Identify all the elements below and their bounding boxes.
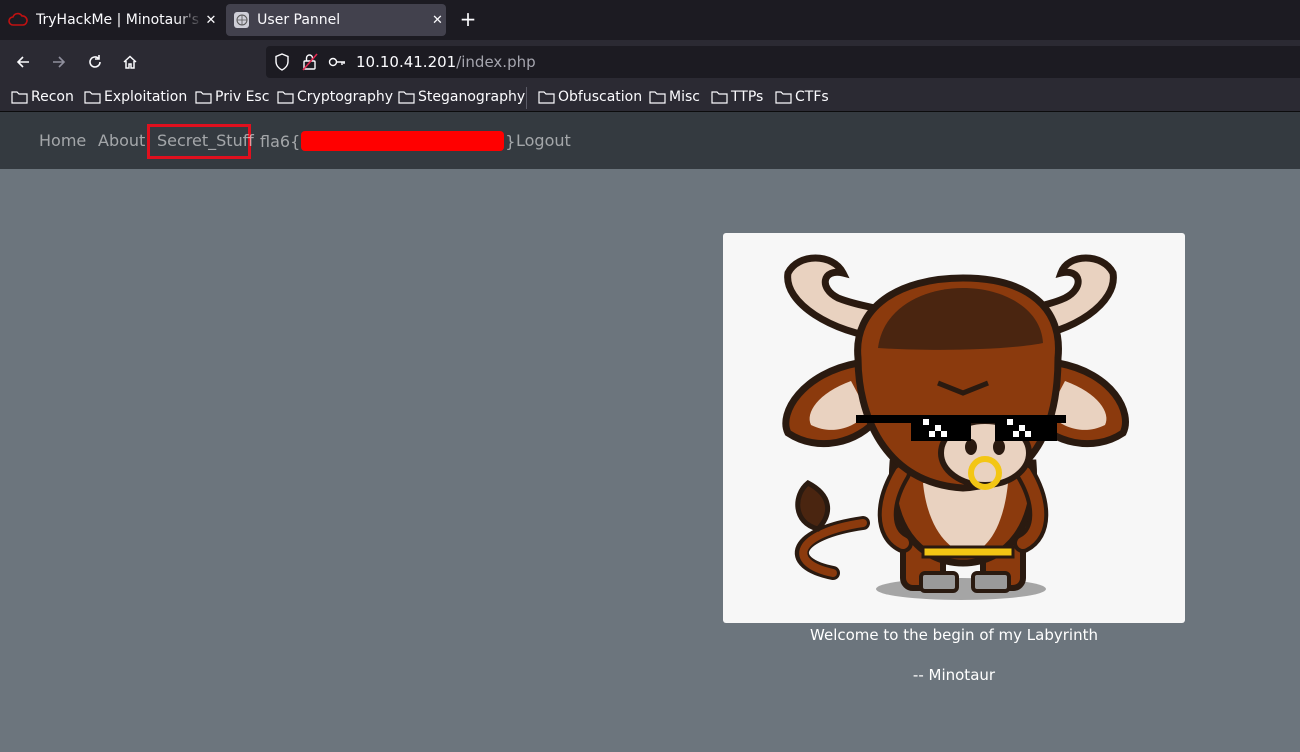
nav-about-link[interactable]: About [98,131,145,150]
minotaur-illustration [782,254,1129,600]
bookmark-label: Recon [31,89,74,105]
signature-text: -- Minotaur [912,666,996,684]
bookmark-priv-esc[interactable]: Priv Esc [195,87,269,107]
flag-text: fla6{} [260,131,515,151]
browser-nav-bar: 10.10.41.201/index.php [0,40,1300,83]
url-bar[interactable]: 10.10.41.201/index.php [266,46,1300,78]
bookmark-cryptography[interactable]: Cryptography [277,87,393,107]
bookmark-label: Misc [669,89,700,105]
folder-icon [398,91,415,104]
folder-icon [711,91,728,104]
url-text[interactable]: 10.10.41.201/index.php [356,53,536,71]
home-icon[interactable] [117,49,143,75]
flag-redaction [301,131,505,151]
bookmark-label: TTPs [731,89,764,105]
back-arrow-icon[interactable] [10,49,36,75]
site-navbar: Home About Secret_Stuff fla6{} Logout [0,112,1300,169]
tab-title: User Pannel [257,12,341,28]
folder-icon [775,91,792,104]
bookmark-steganography[interactable]: Steganography [398,87,525,107]
bookmark-label: Steganography [418,89,526,105]
bookmark-label: Priv Esc [215,89,270,105]
shield-icon[interactable] [274,53,290,71]
nav-home-link[interactable]: Home [39,131,86,150]
url-path: /index.php [456,53,536,71]
folder-icon [84,91,101,104]
folder-icon [649,91,666,104]
bookmark-separator [526,87,527,109]
close-tab-icon[interactable]: ✕ [202,13,220,28]
nav-logout-link[interactable]: Logout [516,131,571,150]
bookmark-label: Cryptography [297,89,394,105]
bookmark-ctfs[interactable]: CTFs [775,87,829,107]
key-icon[interactable] [328,53,346,71]
bookmark-label: CTFs [795,89,829,105]
close-tab-icon[interactable]: ✕ [429,13,446,28]
flag-prefix: fla6{ [260,131,301,151]
globe-icon [234,12,250,28]
tryhackme-cloud-icon [8,12,28,26]
folder-icon [11,91,28,104]
flag-suffix: } [505,131,516,151]
insecure-lock-icon[interactable] [302,53,318,71]
bookmarks-toolbar: Recon Exploitation Priv Esc Cryptography… [0,83,1300,112]
nav-secret-stuff-link[interactable]: Secret_Stuff [157,131,254,150]
bookmark-exploitation[interactable]: Exploitation [84,87,187,107]
bookmark-obfuscation[interactable]: Obfuscation [538,87,642,107]
bookmark-misc[interactable]: Misc [649,87,700,107]
bookmark-ttps[interactable]: TTPs [711,87,763,107]
bookmark-label: Obfuscation [558,89,643,105]
forward-arrow-icon[interactable] [46,49,72,75]
bookmark-recon[interactable]: Recon [11,87,74,107]
welcome-text: Welcome to the begin of my Labyrinth [810,626,1098,644]
folder-icon [538,91,555,104]
minotaur-image [723,233,1185,623]
tab-tryhackme[interactable]: TryHackMe | Minotaur's Labyrinth ✕ [0,4,220,36]
folder-icon [195,91,212,104]
tab-title: TryHackMe | Minotaur's Labyrinth [36,12,202,28]
folder-icon [277,91,294,104]
url-host: 10.10.41.201 [356,53,457,71]
reload-icon[interactable] [82,49,108,75]
new-tab-plus-icon[interactable]: + [456,8,480,32]
bookmark-label: Exploitation [104,89,188,105]
browser-tab-bar: TryHackMe | Minotaur's Labyrinth ✕ User … [0,0,1300,40]
tab-user-pannel[interactable]: User Pannel ✕ [226,4,446,36]
